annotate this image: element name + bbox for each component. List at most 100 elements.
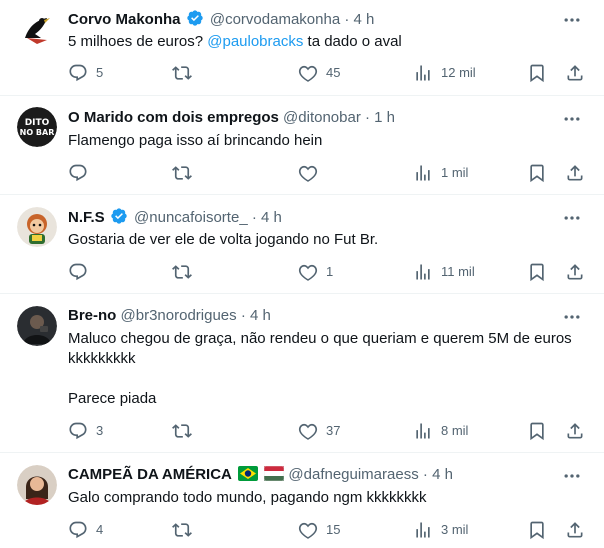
tweet-header: Corvo Makonha @corvodamakonha · 4 h <box>68 9 374 33</box>
timestamp[interactable]: 4 h <box>354 11 375 28</box>
share-icon <box>567 522 583 538</box>
tweet-header: CAMPEÃ DA AMÉRICA @dafneguimaraess · 4 h <box>68 465 453 487</box>
user-handle[interactable]: @dafneguimaraess <box>288 466 418 483</box>
user-handle[interactable]: @corvodamakonha <box>210 11 340 28</box>
bookmark-button[interactable] <box>527 421 547 441</box>
bookmark-icon <box>530 521 544 540</box>
tweet-text: Galo comprando todo mundo, pagando ngm k… <box>68 489 427 506</box>
timestamp[interactable]: 4 h <box>261 209 282 226</box>
heart-icon <box>298 264 318 281</box>
tweet-actions: 3 37 8 mil <box>68 421 588 441</box>
tweet-actions: 1 11 mil <box>68 262 588 282</box>
like-button[interactable]: 37 <box>298 421 340 441</box>
share-button[interactable] <box>565 262 585 282</box>
avatar[interactable]: DITO NO BAR <box>17 107 57 147</box>
tweet-header: Bre-no @br3norodrigues · 4 h <box>68 306 271 326</box>
user-handle[interactable]: @nuncafoisorte_ <box>134 209 248 226</box>
separator: · <box>365 109 370 126</box>
avatar[interactable] <box>17 207 57 247</box>
share-button[interactable] <box>565 63 585 83</box>
reply-icon <box>69 64 87 82</box>
more-options-icon[interactable] <box>562 307 582 327</box>
heart-icon <box>298 522 318 539</box>
bookmark-icon <box>530 263 544 282</box>
tweet-actions: 4 15 3 mil <box>68 520 588 540</box>
bookmark-button[interactable] <box>527 262 547 282</box>
avatar[interactable] <box>17 306 57 346</box>
retweet-button[interactable] <box>172 63 200 83</box>
retweet-button[interactable] <box>172 421 200 441</box>
display-name[interactable]: CAMPEÃ DA AMÉRICA <box>68 466 232 483</box>
tweet-3[interactable]: N.F.S @nuncafoisorte_ · 4 h Gostaria de … <box>0 195 604 294</box>
user-handle[interactable]: @ditonobar <box>283 109 361 126</box>
reply-icon <box>69 422 87 440</box>
views-chart-icon <box>416 65 430 81</box>
display-name[interactable]: O Marido com dois empregos <box>68 109 279 126</box>
views-chart-icon <box>416 423 430 439</box>
tweet-text-part: ta dado o aval <box>303 33 402 50</box>
like-button[interactable]: 15 <box>298 520 340 540</box>
more-options-icon[interactable] <box>562 109 582 129</box>
timestamp[interactable]: 4 h <box>250 307 271 324</box>
like-count: 15 <box>326 522 341 537</box>
tweet-actions: 1 mil <box>68 163 588 183</box>
like-button[interactable] <box>298 163 326 183</box>
reply-icon <box>69 164 87 182</box>
user-handle[interactable]: @br3norodrigues <box>121 307 237 324</box>
reply-button[interactable] <box>68 163 96 183</box>
tweet-text-part: 5 milhoes de euros? <box>68 33 208 50</box>
display-name[interactable]: N.F.S <box>68 209 105 226</box>
tweet-2[interactable]: DITO NO BAR O Marido com dois empregos @… <box>0 96 604 195</box>
share-button[interactable] <box>565 421 585 441</box>
retweet-icon <box>172 523 192 537</box>
avatar-text: DITO <box>25 118 50 128</box>
views-button[interactable]: 12 mil <box>413 63 476 83</box>
retweet-icon <box>172 424 192 438</box>
views-chart-icon <box>416 264 430 280</box>
bookmark-icon <box>530 64 544 83</box>
reply-button[interactable]: 5 <box>68 63 103 83</box>
verified-badge-icon <box>110 207 128 231</box>
tweet-4[interactable]: Bre-no @br3norodrigues · 4 h Maluco cheg… <box>0 294 604 453</box>
bookmark-button[interactable] <box>527 520 547 540</box>
mention-link[interactable]: @paulobracks <box>207 33 303 50</box>
reply-count: 3 <box>96 423 104 438</box>
timestamp[interactable]: 1 h <box>374 109 395 126</box>
views-button[interactable]: 11 mil <box>413 262 475 282</box>
views-button[interactable]: 8 mil <box>413 421 468 441</box>
views-button[interactable]: 1 mil <box>413 163 468 183</box>
share-icon <box>567 65 583 81</box>
retweet-button[interactable] <box>172 262 200 282</box>
more-options-icon[interactable] <box>562 208 582 228</box>
timestamp[interactable]: 4 h <box>432 466 453 483</box>
views-count: 1 mil <box>441 165 469 180</box>
share-button[interactable] <box>565 520 585 540</box>
views-count: 3 mil <box>441 522 469 537</box>
avatar[interactable] <box>17 8 57 48</box>
reply-icon <box>69 521 87 539</box>
separator: · <box>422 466 428 483</box>
share-button[interactable] <box>565 163 585 183</box>
tweet-text: Maluco chegou de graça, não rendeu o que… <box>68 330 572 407</box>
bookmark-button[interactable] <box>527 163 547 183</box>
like-button[interactable]: 1 <box>298 262 333 282</box>
reply-button[interactable] <box>68 262 96 282</box>
separator: · <box>251 209 257 226</box>
more-options-icon[interactable] <box>562 466 582 486</box>
avatar[interactable] <box>17 465 57 505</box>
heart-icon <box>298 65 318 82</box>
display-name[interactable]: Bre-no <box>68 307 116 324</box>
views-button[interactable]: 3 mil <box>413 520 468 540</box>
tweet-text: Flamengo paga isso aí brincando hein <box>68 132 323 149</box>
retweet-button[interactable] <box>172 163 200 183</box>
tweet-1[interactable]: Corvo Makonha @corvodamakonha · 4 h 5 mi… <box>0 0 604 96</box>
reply-button[interactable]: 3 <box>68 421 103 441</box>
tweet-5[interactable]: CAMPEÃ DA AMÉRICA @dafneguimaraess · 4 h… <box>0 453 604 548</box>
more-options-icon[interactable] <box>562 10 582 30</box>
retweet-button[interactable] <box>172 520 200 540</box>
reply-button[interactable]: 4 <box>68 520 103 540</box>
bookmark-button[interactable] <box>527 63 547 83</box>
display-name[interactable]: Corvo Makonha <box>68 11 181 28</box>
like-button[interactable]: 45 <box>298 63 340 83</box>
separator: · <box>240 307 246 324</box>
